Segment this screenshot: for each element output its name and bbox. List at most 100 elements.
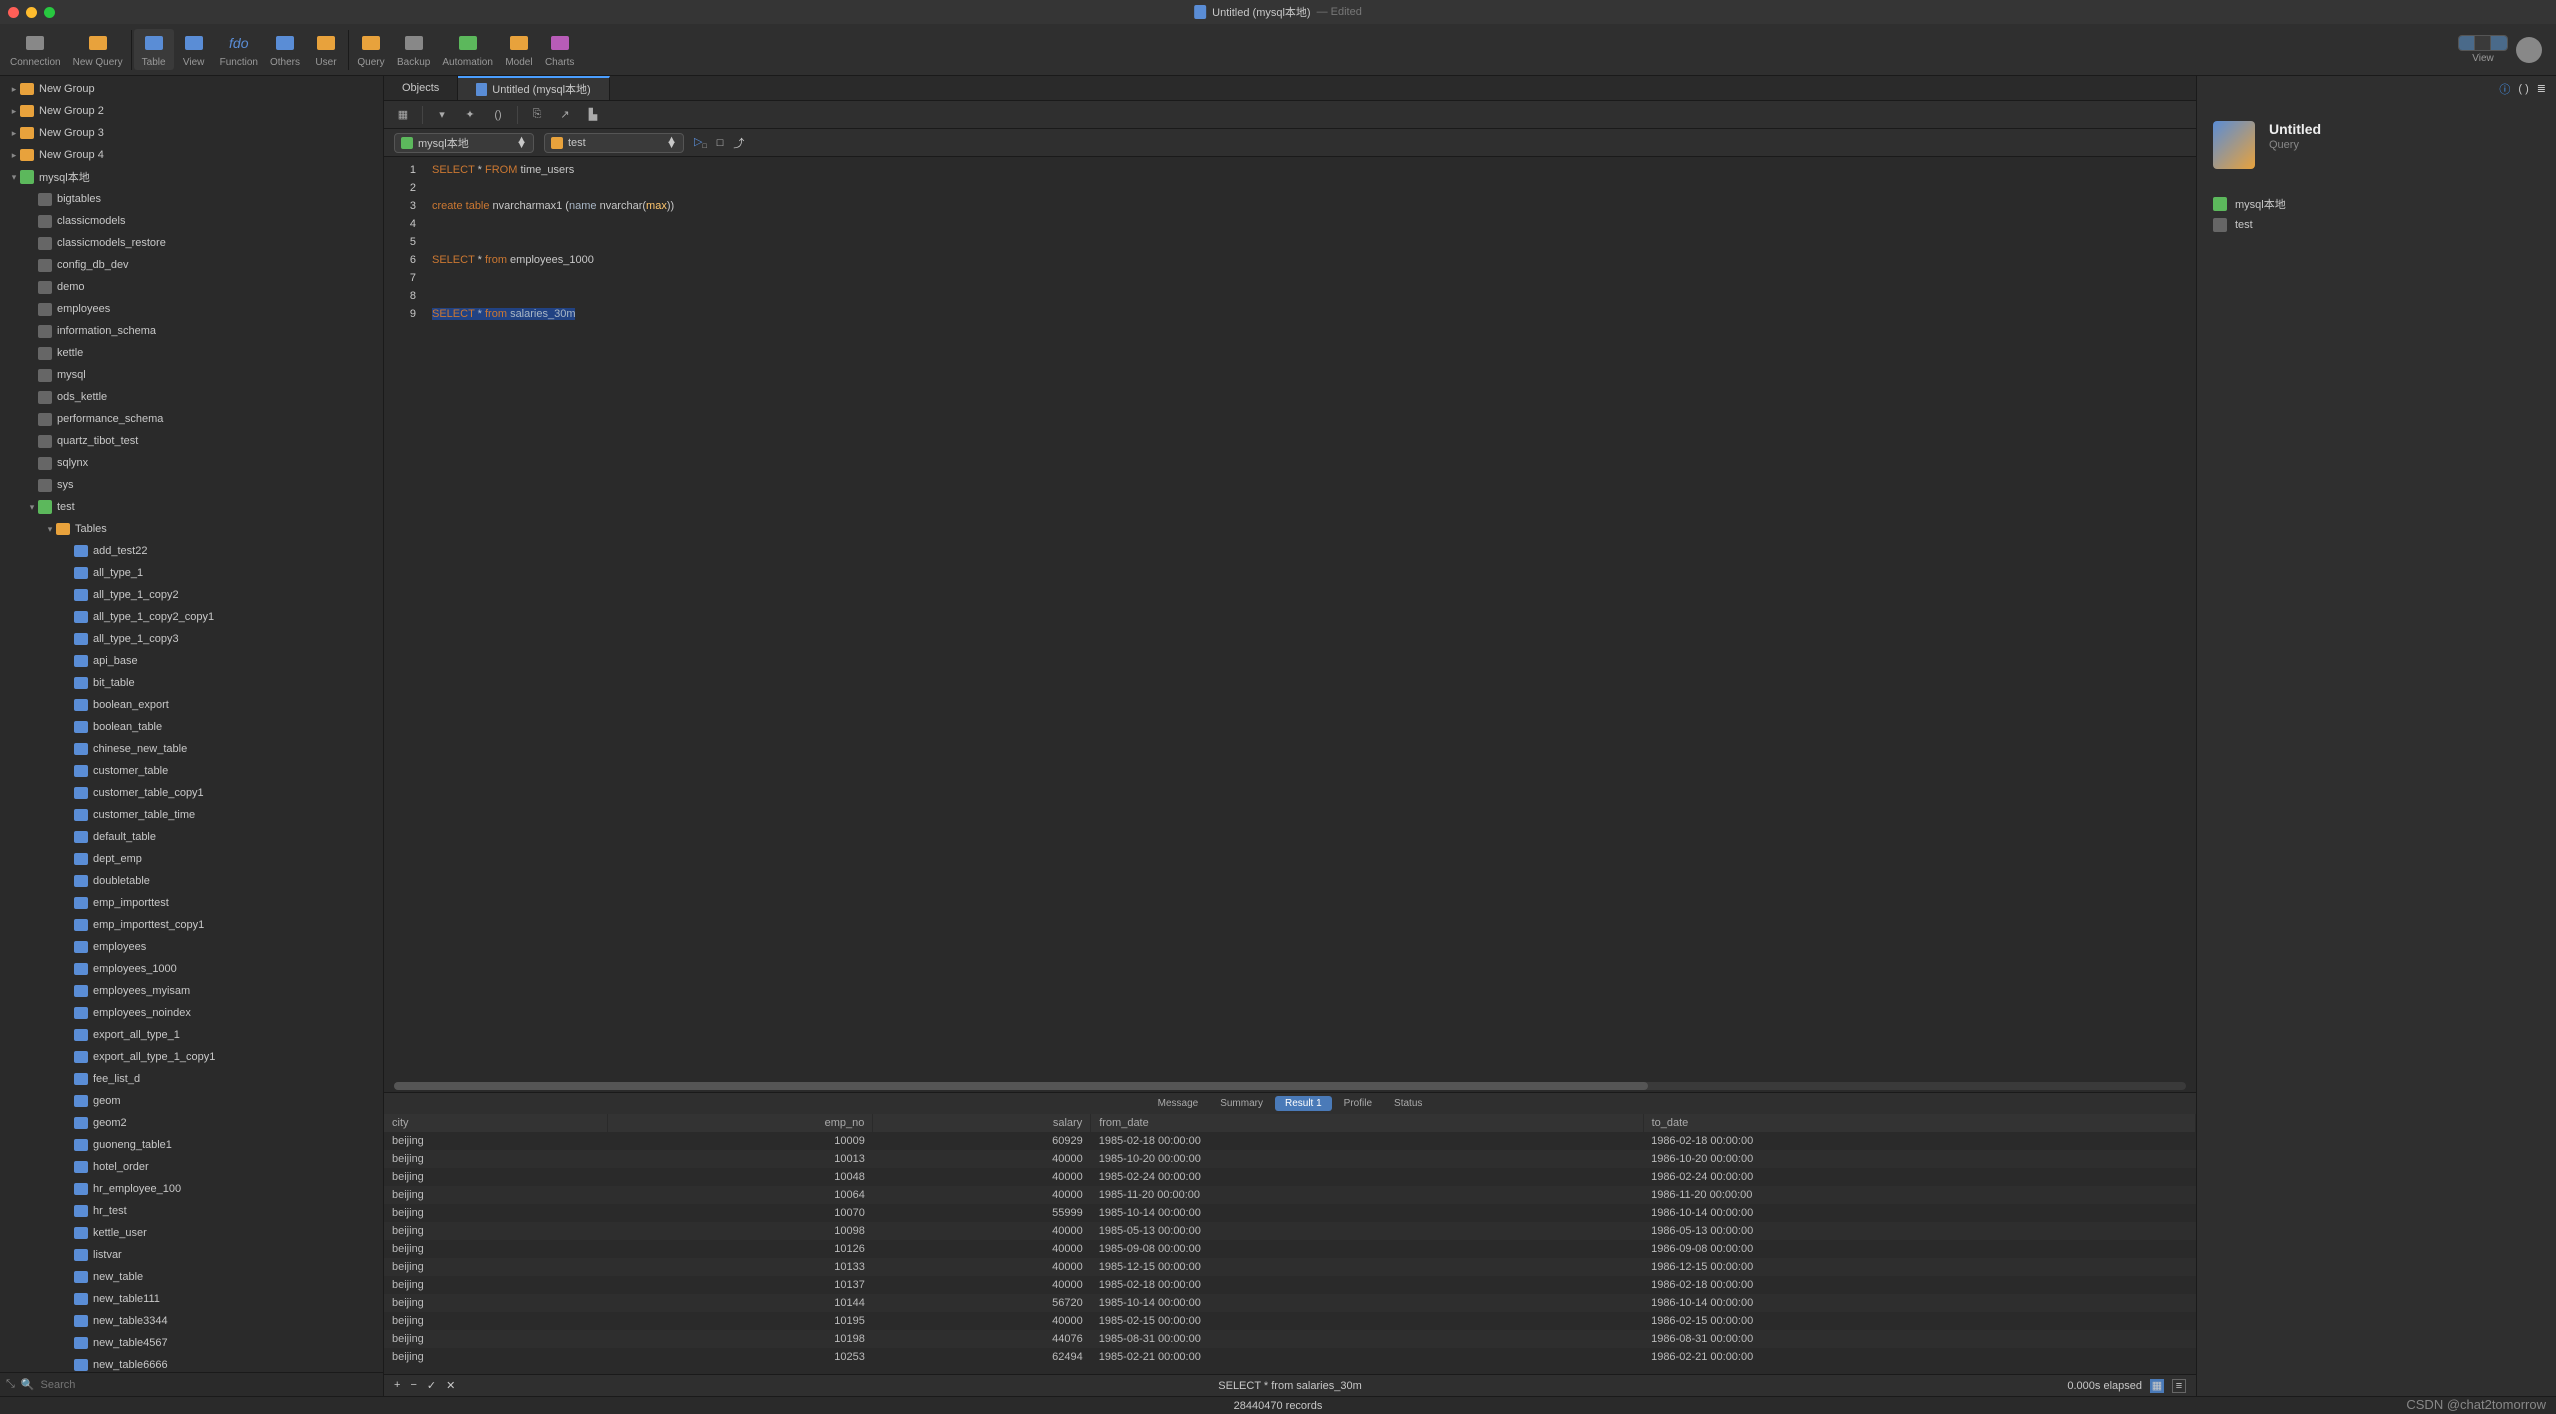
cell[interactable]: 1985-02-24 00:00:00 (1091, 1168, 1643, 1186)
tree-item-emp_importtest_copy1[interactable]: emp_importtest_copy1 (0, 914, 383, 936)
tree-item-information_schema[interactable]: information_schema (0, 320, 383, 342)
tree-item-hr_employee_100[interactable]: hr_employee_100 (0, 1178, 383, 1200)
code-line[interactable]: SELECT * from salaries_30m (432, 305, 2188, 323)
table-row[interactable]: beijing10098400001985-05-13 00:00:001986… (384, 1222, 2196, 1240)
cell[interactable]: 1986-02-24 00:00:00 (1643, 1168, 2195, 1186)
tree-item-kettle_user[interactable]: kettle_user (0, 1222, 383, 1244)
cell[interactable]: 10048 (608, 1168, 873, 1186)
cell[interactable]: 1986-02-18 00:00:00 (1643, 1276, 2195, 1294)
toolbar-automation[interactable]: Automation (436, 29, 499, 70)
tree-item-bigtables[interactable]: bigtables (0, 188, 383, 210)
code-line[interactable] (432, 215, 2188, 233)
tree-item-fee_list_d[interactable]: fee_list_d (0, 1068, 383, 1090)
cell[interactable]: 1985-02-18 00:00:00 (1091, 1132, 1643, 1150)
expand-icon[interactable]: ▸ (8, 150, 20, 161)
table-row[interactable]: beijing10195400001985-02-15 00:00:001986… (384, 1312, 2196, 1330)
column-header-emp_no[interactable]: emp_no (608, 1114, 873, 1132)
close-window[interactable] (8, 7, 19, 18)
cell[interactable]: 60929 (873, 1132, 1091, 1150)
toolbar-backup[interactable]: Backup (391, 29, 436, 70)
tree-item-mysql[interactable]: mysql (0, 364, 383, 386)
add-row-button[interactable]: + (394, 1379, 400, 1392)
cell[interactable]: 40000 (873, 1222, 1091, 1240)
tree-item-new_table111[interactable]: new_table111 (0, 1288, 383, 1310)
tree-item-api_base[interactable]: api_base (0, 650, 383, 672)
form-view-button[interactable]: ≡ (2172, 1379, 2186, 1393)
tree-item-sys[interactable]: sys (0, 474, 383, 496)
tree-item-emp_importtest[interactable]: emp_importtest (0, 892, 383, 914)
tree-item-export_all_type_1_copy1[interactable]: export_all_type_1_copy1 (0, 1046, 383, 1068)
cell[interactable]: 10133 (608, 1258, 873, 1276)
cell[interactable]: 10064 (608, 1186, 873, 1204)
cell[interactable]: 1986-11-20 00:00:00 (1643, 1186, 2195, 1204)
paren-icon[interactable]: () (489, 106, 507, 124)
cell[interactable]: 62494 (873, 1348, 1091, 1366)
cell[interactable]: 1986-12-15 00:00:00 (1643, 1258, 2195, 1276)
tree-item-performance_schema[interactable]: performance_schema (0, 408, 383, 430)
result-grid[interactable]: cityemp_nosalaryfrom_dateto_datebeijing1… (384, 1114, 2196, 1374)
copy-icon[interactable]: ⎘ (528, 106, 546, 124)
expand-icon[interactable]: ▸ (8, 84, 20, 95)
tree-item-kettle[interactable]: kettle (0, 342, 383, 364)
cell[interactable]: beijing (384, 1312, 608, 1330)
column-header-salary[interactable]: salary (873, 1114, 1091, 1132)
column-header-from_date[interactable]: from_date (1091, 1114, 1643, 1132)
tree-item-customer_table_time[interactable]: customer_table_time (0, 804, 383, 826)
expand-icon[interactable]: ▾ (44, 524, 56, 535)
tree-item-quartz_tibot_test[interactable]: quartz_tibot_test (0, 430, 383, 452)
object-tree[interactable]: ▸ New Group ▸ New Group 2 ▸ New Group 3 … (0, 76, 383, 1372)
cancel-button[interactable]: ✕ (446, 1379, 455, 1392)
collapse-icon[interactable]: ⤡ (6, 1378, 15, 1391)
tree-item-bit_table[interactable]: bit_table (0, 672, 383, 694)
code-line[interactable]: SELECT * FROM time_users (432, 161, 2188, 179)
cell[interactable]: 1986-08-31 00:00:00 (1643, 1330, 2195, 1348)
cell[interactable]: 44076 (873, 1330, 1091, 1348)
tree-item-New Group[interactable]: ▸ New Group (0, 78, 383, 100)
tree-item-export_all_type_1[interactable]: export_all_type_1 (0, 1024, 383, 1046)
export-icon[interactable]: ↗ (556, 106, 574, 124)
tree-item-sqlynx[interactable]: sqlynx (0, 452, 383, 474)
tree-item-customer_table_copy1[interactable]: customer_table_copy1 (0, 782, 383, 804)
code-line[interactable] (432, 269, 2188, 287)
tree-item-employees[interactable]: employees (0, 298, 383, 320)
cell[interactable]: beijing (384, 1294, 608, 1312)
cell[interactable]: 40000 (873, 1276, 1091, 1294)
cell[interactable]: beijing (384, 1330, 608, 1348)
expand-icon[interactable]: ▸ (8, 106, 20, 117)
cell[interactable]: beijing (384, 1168, 608, 1186)
tree-item-all_type_1[interactable]: all_type_1 (0, 562, 383, 584)
cell[interactable]: 10144 (608, 1294, 873, 1312)
grid-view-button[interactable]: ▦ (2150, 1379, 2164, 1393)
table-row[interactable]: beijing10064400001985-11-20 00:00:001986… (384, 1186, 2196, 1204)
save-icon[interactable]: ▦ (394, 106, 412, 124)
code-line[interactable] (432, 287, 2188, 305)
tree-item-classicmodels_restore[interactable]: classicmodels_restore (0, 232, 383, 254)
cell[interactable]: 40000 (873, 1186, 1091, 1204)
table-row[interactable]: beijing10137400001985-02-18 00:00:001986… (384, 1276, 2196, 1294)
tree-item-boolean_table[interactable]: boolean_table (0, 716, 383, 738)
tree-item-config_db_dev[interactable]: config_db_dev (0, 254, 383, 276)
database-selector[interactable]: test ▲▼ (544, 133, 684, 153)
toolbar-others[interactable]: Others (264, 29, 306, 70)
view-segmented[interactable] (2458, 35, 2508, 51)
tree-item-new_table4567[interactable]: new_table4567 (0, 1332, 383, 1354)
toolbar-function[interactable]: fdo Function (214, 29, 264, 70)
tree-item-customer_table[interactable]: customer_table (0, 760, 383, 782)
cell[interactable]: beijing (384, 1150, 608, 1168)
tree-item-chinese_new_table[interactable]: chinese_new_table (0, 738, 383, 760)
stop-button[interactable]: □ (717, 137, 724, 149)
result-tab-Profile[interactable]: Profile (1334, 1096, 1382, 1111)
result-tab-Result 1[interactable]: Result 1 (1275, 1096, 1332, 1111)
cell[interactable]: 1985-02-15 00:00:00 (1091, 1312, 1643, 1330)
code-line[interactable]: create table nvarcharmax1 (name nvarchar… (432, 197, 2188, 215)
cell[interactable]: beijing (384, 1240, 608, 1258)
cell[interactable]: 10198 (608, 1330, 873, 1348)
cell[interactable]: beijing (384, 1132, 608, 1150)
result-tab-Summary[interactable]: Summary (1210, 1096, 1273, 1111)
table-row[interactable]: beijing10009609291985-02-18 00:00:001986… (384, 1132, 2196, 1150)
cell[interactable]: 10098 (608, 1222, 873, 1240)
cell[interactable]: 1985-10-20 00:00:00 (1091, 1150, 1643, 1168)
cell[interactable]: 10137 (608, 1276, 873, 1294)
cell[interactable]: 1986-02-21 00:00:00 (1643, 1348, 2195, 1366)
toolbar-charts[interactable]: Charts (539, 29, 580, 70)
